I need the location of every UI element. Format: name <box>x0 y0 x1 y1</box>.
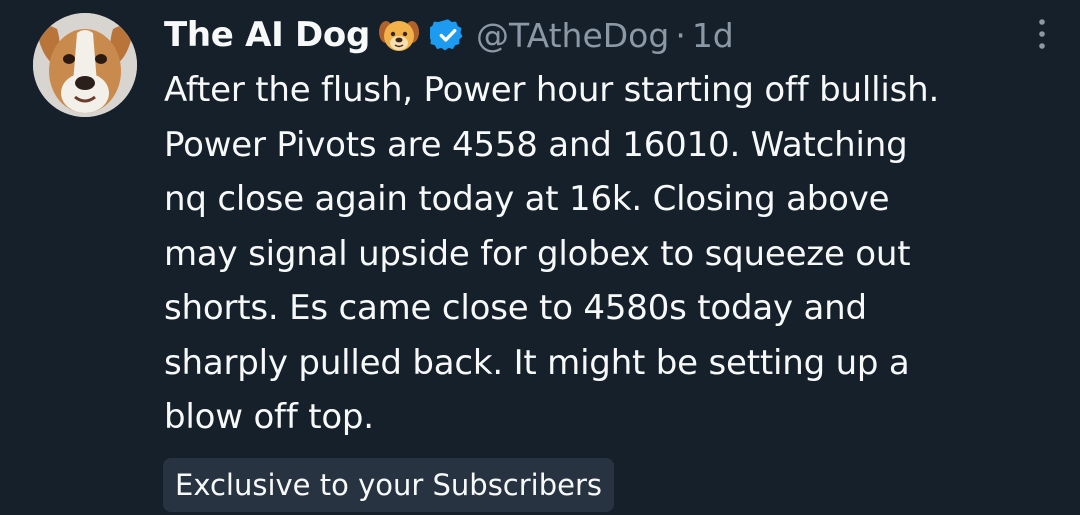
tweet-text-line: nq close again today at 16k. Closing abo… <box>164 179 890 219</box>
tweet-text-line: may signal upside for globex to squeeze … <box>164 233 911 274</box>
more-vertical-icon[interactable] <box>1030 14 1054 54</box>
timestamp[interactable]: 1d <box>692 16 734 55</box>
separator-dot: · <box>675 15 686 55</box>
user-handle[interactable]: @TAtheDog <box>476 16 669 55</box>
dog-face-emoji-icon <box>378 14 420 56</box>
verified-badge-icon[interactable] <box>427 17 466 53</box>
tweet-text-line: shorts. Es came close to 4580s today and <box>164 288 867 328</box>
tweet-text: After the flush, Power hour starting off… <box>164 63 1044 445</box>
dog-avatar-icon <box>33 13 137 117</box>
display-name[interactable]: The AI Dog <box>164 15 370 55</box>
tweet[interactable]: The AI Dog @TAtheDog · 1d After the flus… <box>0 0 1080 515</box>
tweet-text-line: sharply pulled back. It might be setting… <box>164 342 910 383</box>
tweet-header: The AI Dog @TAtheDog · 1d <box>164 10 1044 60</box>
tweet-text-line: Power Pivots are 4558 and 16010. Watchin… <box>164 124 908 165</box>
tweet-text-line: After the flush, Power hour starting off… <box>164 70 940 110</box>
subscriber-exclusive-badge: Exclusive to your Subscribers <box>163 458 615 512</box>
tweet-text-line: blow off top. <box>164 397 374 437</box>
avatar[interactable] <box>33 13 137 117</box>
